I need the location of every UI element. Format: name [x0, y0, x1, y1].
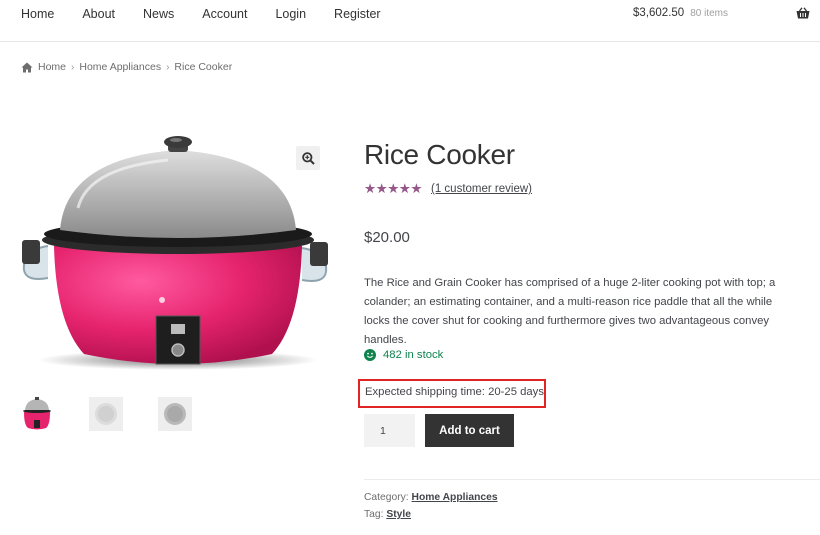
main-nav: Home About News Account Login Register	[21, 7, 409, 21]
breadcrumb-home-appliances[interactable]: Home Appliances	[79, 61, 161, 73]
add-to-cart-button[interactable]: Add to cart	[425, 414, 514, 447]
breadcrumb-current: Rice Cooker	[174, 61, 233, 73]
product-tag: Tag: Style	[364, 509, 411, 520]
breadcrumb-separator: ›	[71, 61, 75, 73]
star-rating: ★★★★★	[364, 181, 423, 196]
product-price: $20.00	[364, 229, 410, 246]
nav-account[interactable]: Account	[202, 7, 247, 21]
divider	[364, 479, 820, 480]
nav-about[interactable]: About	[82, 7, 115, 21]
stock-status: 482 in stock	[364, 349, 443, 361]
tag-label: Tag:	[364, 509, 384, 520]
breadcrumb: Home › Home Appliances › Rice Cooker	[21, 61, 232, 73]
cart-amount[interactable]: $3,602.50	[633, 7, 684, 19]
product-main-image[interactable]	[18, 128, 332, 378]
product-category: Category: Home Appliances	[364, 492, 498, 503]
breadcrumb-home[interactable]: Home	[38, 61, 66, 73]
stock-text: 482 in stock	[383, 349, 444, 361]
review-link[interactable]: (1 customer review)	[431, 183, 532, 195]
product-thumbnail[interactable]	[20, 397, 54, 431]
nav-news[interactable]: News	[143, 7, 174, 21]
header-cart[interactable]: $3,602.50 80 items	[633, 7, 810, 19]
zoom-button[interactable]	[296, 146, 320, 170]
zoom-icon	[301, 151, 315, 165]
product-description: The Rice and Grain Cooker has comprised …	[364, 277, 776, 346]
home-icon	[21, 62, 33, 72]
basket-icon[interactable]	[796, 7, 810, 19]
category-label: Category:	[364, 492, 409, 503]
product-title: Rice Cooker	[364, 139, 515, 170]
quantity-input[interactable]	[364, 414, 415, 447]
smile-icon	[364, 349, 376, 361]
nav-register[interactable]: Register	[334, 7, 381, 21]
category-link[interactable]: Home Appliances	[412, 492, 498, 503]
cart-count[interactable]: 80 items	[690, 8, 728, 19]
product-thumbnail[interactable]	[158, 397, 192, 431]
product-rating: ★★★★★ (1 customer review)	[364, 182, 532, 196]
breadcrumb-separator: ›	[166, 61, 170, 73]
product-thumbnail[interactable]	[89, 397, 123, 431]
tag-link[interactable]: Style	[386, 509, 411, 520]
shipping-time: Expected shipping time: 20-25 days	[358, 379, 546, 408]
nav-login[interactable]: Login	[275, 7, 306, 21]
site-header: Home About News Account Login Register $…	[0, 0, 820, 42]
nav-home[interactable]: Home	[21, 7, 54, 21]
